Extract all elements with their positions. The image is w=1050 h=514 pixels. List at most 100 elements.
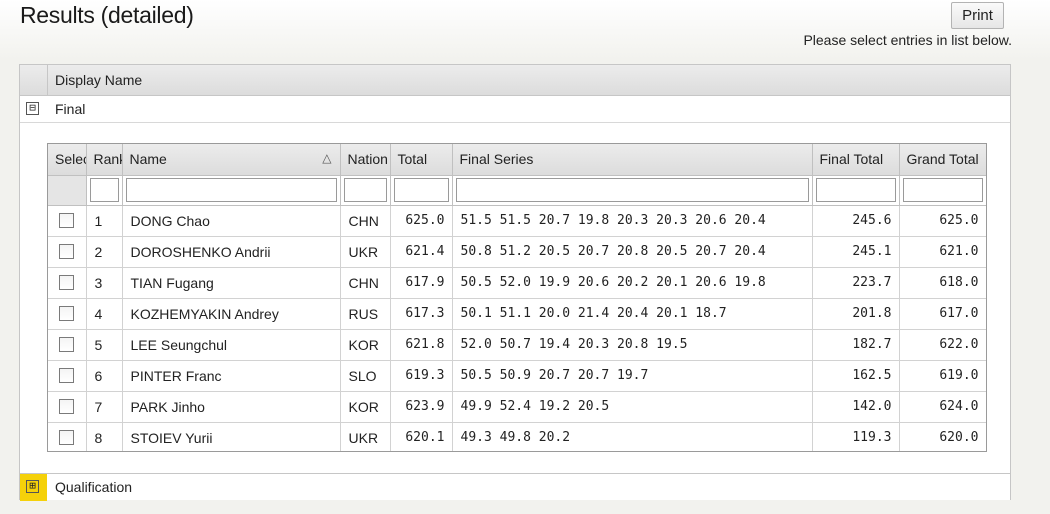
collapse-icon[interactable]: ⊟: [26, 102, 39, 115]
select-cell: [48, 329, 87, 361]
select-cell: [48, 391, 87, 423]
final-series-cell: 50.5 50.9 20.7 20.7 19.7: [452, 360, 813, 392]
filter-input-nation[interactable]: [343, 178, 387, 202]
filter-cell-grand-total: [899, 175, 986, 206]
grand-total-cell: 618.0: [899, 267, 986, 299]
select-cell: [48, 205, 87, 237]
column-header-select[interactable]: Select: [48, 144, 87, 176]
final-series-cell: 50.8 51.2 20.5 20.7 20.8 20.5 20.7 20.4: [452, 236, 813, 268]
row-checkbox[interactable]: [59, 368, 74, 383]
filter-input-final-series[interactable]: [455, 178, 809, 202]
column-header-grand-total[interactable]: Grand Total: [899, 144, 986, 176]
row-checkbox[interactable]: [59, 399, 74, 414]
rank-cell: 5: [86, 329, 123, 361]
column-header-nation[interactable]: Nation: [340, 144, 391, 176]
final-series-cell: 51.5 51.5 20.7 19.8 20.3 20.3 20.6 20.4: [452, 205, 813, 237]
final-series-cell: 50.1 51.1 20.0 21.4 20.4 20.1 18.7: [452, 298, 813, 330]
table-row[interactable]: 6 PINTER Franc SLO 619.3 50.5 50.9 20.7 …: [48, 360, 986, 392]
group-row-final[interactable]: ⊟ Final: [20, 96, 1010, 123]
final-series-cell: 49.9 52.4 19.2 20.5: [452, 391, 813, 423]
header-gutter: [20, 65, 48, 95]
column-header-total[interactable]: Total: [390, 144, 453, 176]
selection-hint: Please select entries in list below.: [803, 32, 1012, 48]
final-total-cell: 223.7: [812, 267, 900, 299]
expand-icon[interactable]: ⊞: [26, 480, 39, 493]
final-total-cell: 162.5: [812, 360, 900, 392]
final-series-cell: 52.0 50.7 19.4 20.3 20.8 19.5: [452, 329, 813, 361]
select-cell: [48, 267, 87, 299]
name-cell: STOIEV Yurii: [122, 422, 341, 451]
nation-cell: CHN: [340, 205, 391, 237]
column-header-name[interactable]: Name △: [122, 144, 341, 176]
row-checkbox[interactable]: [59, 275, 74, 290]
table-row[interactable]: 3 TIAN Fugang CHN 617.9 50.5 52.0 19.9 2…: [48, 267, 986, 299]
table-row[interactable]: 8 STOIEV Yurii UKR 620.1 49.3 49.8 20.2 …: [48, 422, 986, 451]
table-row[interactable]: 7 PARK Jinho KOR 623.9 49.9 52.4 19.2 20…: [48, 391, 986, 423]
rank-cell: 7: [86, 391, 123, 423]
nation-cell: UKR: [340, 236, 391, 268]
filter-input-grand-total[interactable]: [902, 178, 983, 202]
nation-cell: KOR: [340, 329, 391, 361]
grand-total-cell: 620.0: [899, 422, 986, 451]
print-button[interactable]: Print: [951, 2, 1004, 29]
filter-cell-total: [390, 175, 453, 206]
final-total-cell: 182.7: [812, 329, 900, 361]
total-cell: 617.3: [390, 298, 453, 330]
table-row[interactable]: 4 KOZHEMYAKIN Andrey RUS 617.3 50.1 51.1…: [48, 298, 986, 330]
name-cell: LEE Seungchul: [122, 329, 341, 361]
rank-cell: 4: [86, 298, 123, 330]
name-cell: PINTER Franc: [122, 360, 341, 392]
page-title: Results (detailed): [20, 2, 194, 28]
final-results-grid: Select Rank Name △ Nation Total Final Se…: [47, 143, 987, 452]
table-row[interactable]: 2 DOROSHENKO Andrii UKR 621.4 50.8 51.2 …: [48, 236, 986, 268]
rank-cell: 1: [86, 205, 123, 237]
filter-cell-nation: [340, 175, 391, 206]
filter-input-rank[interactable]: [89, 178, 119, 202]
grand-total-cell: 624.0: [899, 391, 986, 423]
column-header-final-total[interactable]: Final Total: [812, 144, 900, 176]
nation-cell: SLO: [340, 360, 391, 392]
total-cell: 621.8: [390, 329, 453, 361]
group-label-qualification: Qualification: [55, 479, 133, 495]
filter-cell-final-total: [812, 175, 900, 206]
column-header-final-series[interactable]: Final Series: [452, 144, 813, 176]
filter-input-name[interactable]: [125, 178, 337, 202]
row-checkbox[interactable]: [59, 430, 74, 445]
final-total-cell: 119.3: [812, 422, 900, 451]
filter-input-total[interactable]: [393, 178, 449, 202]
display-name-column-header[interactable]: Display Name: [55, 72, 142, 88]
grand-total-cell: 619.0: [899, 360, 986, 392]
total-cell: 625.0: [390, 205, 453, 237]
sort-ascending-icon[interactable]: △: [322, 151, 331, 165]
filter-cell-select: [48, 175, 87, 206]
select-cell: [48, 422, 87, 451]
total-cell: 621.4: [390, 236, 453, 268]
table-row[interactable]: 5 LEE Seungchul KOR 621.8 52.0 50.7 19.4…: [48, 329, 986, 361]
grand-total-cell: 617.0: [899, 298, 986, 330]
group-label-final: Final: [55, 101, 86, 117]
total-cell: 623.9: [390, 391, 453, 423]
group-row-qualification[interactable]: ⊞ Qualification: [20, 473, 1010, 501]
final-total-cell: 142.0: [812, 391, 900, 423]
select-cell: [48, 236, 87, 268]
final-total-cell: 245.1: [812, 236, 900, 268]
column-header-rank[interactable]: Rank: [86, 144, 123, 176]
filter-input-final-total[interactable]: [815, 178, 896, 202]
row-checkbox[interactable]: [59, 337, 74, 352]
grand-total-cell: 621.0: [899, 236, 986, 268]
filter-cell-final-series: [452, 175, 813, 206]
filter-cell-rank: [86, 175, 123, 206]
final-series-cell: 50.5 52.0 19.9 20.6 20.2 20.1 20.6 19.8: [452, 267, 813, 299]
name-cell: DOROSHENKO Andrii: [122, 236, 341, 268]
row-checkbox[interactable]: [59, 244, 74, 259]
row-checkbox[interactable]: [59, 213, 74, 228]
rank-cell: 3: [86, 267, 123, 299]
total-cell: 620.1: [390, 422, 453, 451]
table-row[interactable]: 1 DONG Chao CHN 625.0 51.5 51.5 20.7 19.…: [48, 205, 986, 237]
nation-cell: RUS: [340, 298, 391, 330]
row-checkbox[interactable]: [59, 306, 74, 321]
final-series-cell: 49.3 49.8 20.2: [452, 422, 813, 451]
filter-cell-name: [122, 175, 341, 206]
total-cell: 617.9: [390, 267, 453, 299]
rank-cell: 2: [86, 236, 123, 268]
